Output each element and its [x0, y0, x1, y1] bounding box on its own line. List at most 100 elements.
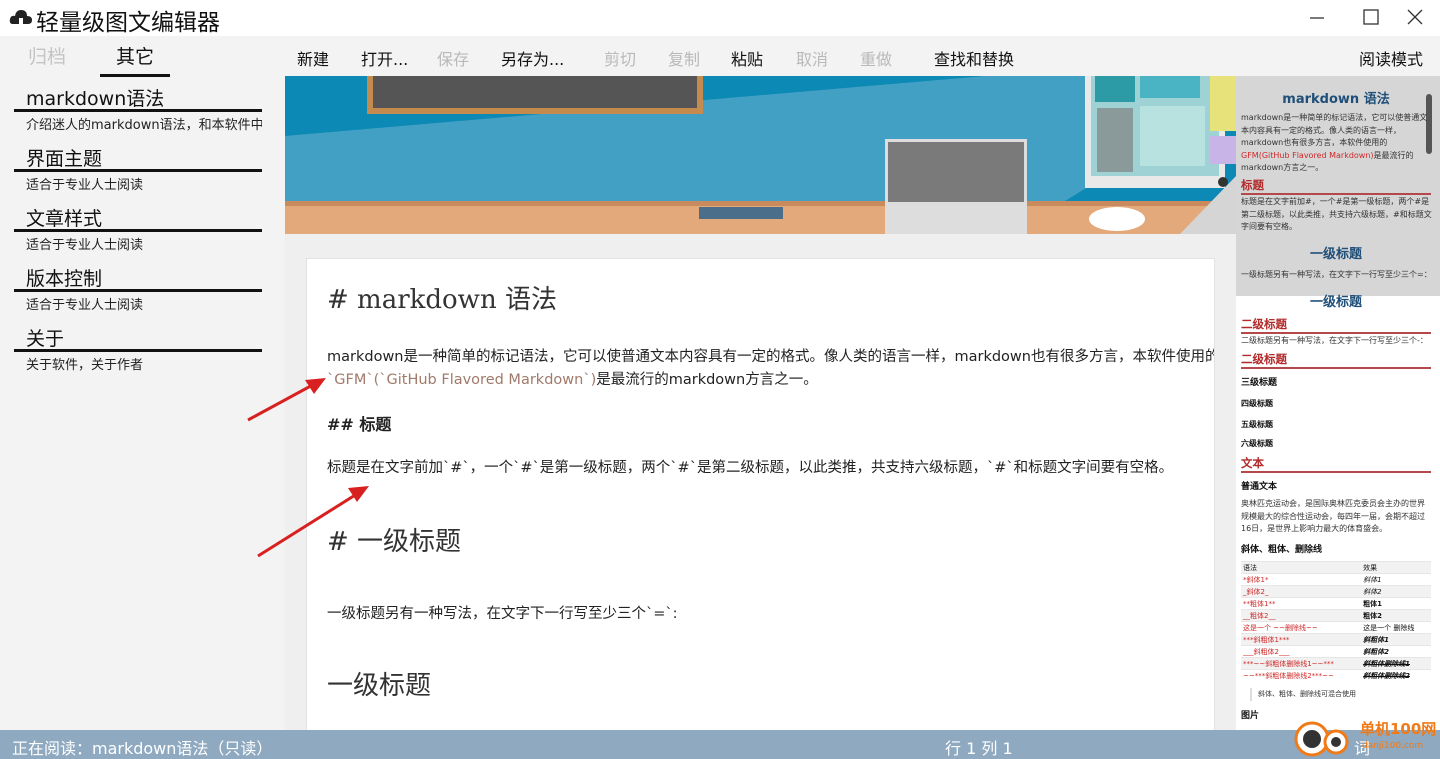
reading-status: 正在阅读：markdown语法（只读） [12, 739, 273, 758]
preview-h1-sample: 一级标题 [1309, 295, 1362, 310]
sidebar: 归档 其它 markdown语法 介绍迷人的markdown语法，和本软件中 界… [0, 36, 285, 730]
preview-h6: 六级标题 [1241, 439, 1273, 448]
preview-blockquote: 斜体、粗体、删除线可混合使用 [1250, 688, 1356, 701]
table-cell: __粗体2__ [1241, 609, 1362, 622]
preview-h2: 文本 [1241, 455, 1431, 473]
table-cell: 斜体2 [1361, 585, 1431, 598]
table-cell: 斜粗体删除线2 [1361, 669, 1431, 682]
doc-item-title: 版本控制 [14, 266, 262, 292]
preview-red-text: GFM(GitHub Flavored Markdown) [1241, 150, 1374, 160]
editor-heading-1: # markdown 语法 [327, 285, 557, 315]
preview-h2: 标题 [1241, 177, 1431, 195]
table-cell: 斜粗体1 [1361, 633, 1431, 646]
doc-item-title: 界面主题 [14, 146, 262, 172]
watermark-subtext: danji100.com [1362, 741, 1424, 751]
new-button[interactable]: 新建 [297, 46, 329, 70]
find-replace-button[interactable]: 查找和替换 [934, 46, 1014, 70]
doc-item-desc: 适合于专业人士阅读 [26, 178, 144, 193]
table-row: __粗体2__ 粗体2 [1241, 609, 1431, 622]
preview-text: 第二级标题，以此类推，共支持六级标题，#和标题文 [1241, 209, 1432, 219]
minimize-icon[interactable] [1302, 4, 1332, 30]
editor-heading-2: ## 标题 [327, 415, 392, 434]
save-button[interactable]: 保存 [437, 46, 469, 70]
table-cell: ***斜粗体1*** [1241, 633, 1362, 646]
doc-item-desc: 介绍迷人的markdown语法，和本软件中 [26, 118, 262, 133]
doc-item-markdown[interactable]: markdown语法 介绍迷人的markdown语法，和本软件中 [14, 86, 262, 133]
title-bar: 轻量级图文编辑器 [0, 0, 1440, 36]
table-cell: 斜体1 [1361, 573, 1431, 586]
doc-item-desc: 适合于专业人士阅读 [26, 298, 144, 313]
editor-inline-code: `GFM`(`GitHub Flavored Markdown`) [327, 372, 597, 388]
table-cell: _斜体2_ [1241, 585, 1362, 598]
save-as-button[interactable]: 另存为... [501, 46, 564, 70]
tab-archive[interactable]: 归档 [28, 42, 66, 74]
editor-heading-1: 一级标题 [327, 671, 432, 701]
table-cell: 语法 [1241, 561, 1362, 574]
doc-item-style[interactable]: 文章样式 适合于专业人士阅读 [14, 206, 262, 253]
reading-mode-button[interactable]: 阅读模式 [1359, 46, 1423, 70]
doc-item-title: markdown语法 [14, 86, 262, 112]
doc-item-about[interactable]: 关于 关于软件，关于作者 [14, 326, 262, 373]
open-button[interactable]: 打开... [361, 46, 408, 70]
table-row: 语法 效果 [1241, 561, 1431, 574]
preview-text: markdown也有很多方言，本软件使用的 [1241, 138, 1388, 147]
header-illustration [285, 76, 1236, 234]
table-cell: 斜粗体2 [1361, 645, 1431, 658]
preview-h2-sample: 二级标题 [1241, 351, 1431, 369]
preview-h4: 四级标题 [1241, 399, 1273, 408]
table-cell: 斜粗体删除线1 [1361, 657, 1431, 670]
editor-paragraph: 标题是在文字前加`#`，一个`#`是第一级标题，两个`#`是第二级标题，以此类推… [327, 460, 1174, 476]
doc-item-desc: 关于软件，关于作者 [26, 358, 144, 373]
doc-item-theme[interactable]: 界面主题 适合于专业人士阅读 [14, 146, 262, 193]
table-cell: 粗体2 [1361, 609, 1431, 622]
editor-paragraph-line2: `GFM`(`GitHub Flavored Markdown`)是最流行的ma… [327, 368, 818, 389]
table-cell: ***~~斜粗体删除线1~~*** [1241, 657, 1362, 670]
markdown-editor[interactable]: # markdown 语法 markdown是一种简单的标记语法，它可以使普通文… [306, 258, 1215, 738]
table-row: ***~~斜粗体删除线1~~*** 斜粗体删除线1 [1241, 657, 1431, 670]
close-icon[interactable] [1400, 4, 1430, 30]
table-row: ~~***斜粗体删除线2***~~ 斜粗体删除线2 [1241, 669, 1431, 682]
table-cell: 这是一个 删除线 [1361, 621, 1431, 634]
preview-h5: 五级标题 [1241, 420, 1273, 429]
table-cell: ~~***斜粗体删除线2***~~ [1241, 669, 1362, 682]
table-row: ___斜粗体2___ 斜粗体2 [1241, 645, 1431, 658]
editor-paragraph: markdown是一种简单的标记语法，它可以使普通文本内容具有一定的格式。像人类… [327, 349, 1215, 365]
status-bar: 正在阅读：markdown语法（只读） 行 1 列 1 词 [0, 730, 1440, 759]
preview-text: 二级标题另有一种写法，在文字下一行写至少三个-： [1241, 336, 1428, 345]
preview-h3: 三级标题 [1241, 378, 1278, 388]
table-row: ***斜粗体1*** 斜粗体1 [1241, 633, 1431, 646]
undo-button[interactable]: 取消 [796, 46, 828, 70]
preview-h2-sample: 二级标题 [1241, 316, 1431, 334]
table-cell: *斜体1* [1241, 573, 1362, 586]
doc-item-desc: 适合于专业人士阅读 [26, 238, 144, 253]
preview-text: 奥林匹克运动会，是国际奥林匹克委员会主办的世界 [1241, 499, 1425, 508]
preview-h3: 斜体、粗体、删除线 [1241, 545, 1323, 555]
table-cell: 粗体1 [1361, 597, 1431, 610]
doc-item-title: 关于 [14, 326, 262, 352]
editor-heading-1: # 一级标题 [327, 527, 462, 557]
editor-text: 是最流行的markdown方言之一。 [596, 372, 818, 388]
preview-title: markdown 语法 [1282, 92, 1390, 107]
tab-other[interactable]: 其它 [100, 42, 170, 77]
doc-item-title: 文章样式 [14, 206, 262, 232]
toolbar: 新建 打开... 保存 另存为... 剪切 复制 粘贴 取消 重做 查找和替换 … [285, 36, 1440, 76]
table-row: *斜体1* 斜体1 [1241, 573, 1431, 586]
preview-table: 语法 效果 *斜体1* 斜体1 _斜体2_ 斜体2 **粗体1** 粗体1 __粗体2… [1241, 561, 1431, 682]
maximize-icon[interactable] [1356, 4, 1386, 30]
preview-text: 标题是在文字前加#，一个#是第一级标题，两个#是 [1241, 197, 1430, 206]
redo-button[interactable]: 重做 [860, 46, 892, 70]
copy-button[interactable]: 复制 [668, 46, 700, 70]
preview-text: 规模最大的综合性运动会，每四年一届，会期不超过 [1241, 511, 1425, 521]
preview-text: 16日，是世界上影响力最大的体育盛会。 [1241, 524, 1388, 533]
editor-paragraph: 一级标题另有一种写法，在文字下一行写至少三个`=`: [327, 606, 678, 622]
doc-item-version[interactable]: 版本控制 适合于专业人士阅读 [14, 266, 262, 313]
preview-text-rest: 是最流行的 [1373, 150, 1414, 160]
preview-h3: 图片 [1241, 711, 1260, 721]
cut-button[interactable]: 剪切 [604, 46, 636, 70]
preview-text: markdown是一种简单的标记语法，它可以使普通文 [1241, 113, 1428, 122]
preview-text: GFM(GitHub Flavored Markdown)是最流行的 [1241, 150, 1414, 163]
preview-h1-sample: 一级标题 [1309, 247, 1362, 262]
preview-pane[interactable]: markdown 语法 markdown是一种简单的标记语法，它可以使普通文 本… [1236, 76, 1440, 730]
paste-button[interactable]: 粘贴 [731, 46, 763, 70]
preview-text: 一级标题另有一种写法，在文字下一行写至少三个=： [1241, 270, 1432, 279]
